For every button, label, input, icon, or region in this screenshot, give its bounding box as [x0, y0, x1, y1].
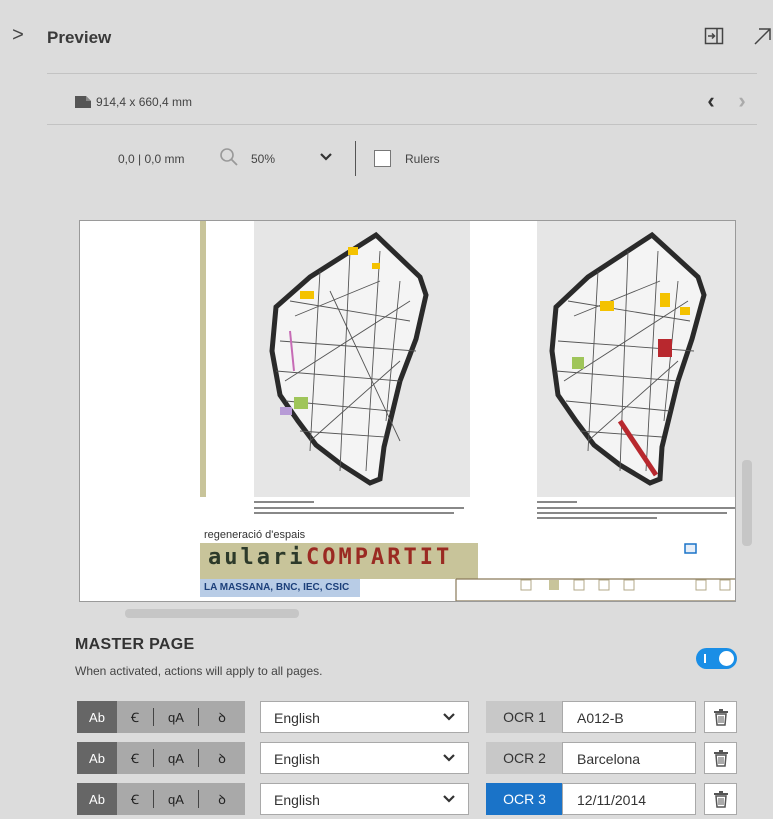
ocr-region-button-2[interactable]: OCR 2 — [486, 742, 563, 774]
ocr-value-field-2[interactable]: Barcelona — [562, 742, 696, 774]
cursor-coordinates: 0,0 | 0,0 mm — [118, 152, 185, 166]
ocr-value: 12/11/2014 — [577, 792, 647, 808]
trash-icon[interactable] — [704, 783, 737, 815]
ocr-value-field-3[interactable]: 12/11/2014 — [562, 783, 696, 815]
next-page-button[interactable]: › — [733, 88, 751, 113]
text-format-group-3: Ab Ꞓ qA ꝺ — [77, 783, 245, 815]
horizontal-scrollbar[interactable] — [125, 609, 299, 618]
format-flip-vertical-icon[interactable]: Ꞓ — [117, 742, 153, 774]
preview-credits: LA MASSANA, BNC, IEC, CSIC — [204, 582, 350, 593]
format-rotate-icon[interactable]: ꝺ — [199, 742, 245, 774]
master-page-title: MASTER PAGE — [75, 636, 195, 653]
ocr-value: Barcelona — [577, 751, 641, 767]
preview-headline-left: aulari — [208, 545, 306, 570]
panel-title: Preview — [47, 28, 112, 47]
format-normal-button[interactable]: Ab — [77, 701, 117, 733]
document-icon — [75, 96, 91, 108]
page-size: 914,4 x 660,4 mm — [96, 95, 193, 109]
zoom-level[interactable]: 50% — [251, 152, 275, 166]
popout-arrow-icon[interactable] — [752, 26, 773, 47]
vertical-scrollbar[interactable] — [742, 460, 752, 546]
format-rotate-icon[interactable]: ꝺ — [199, 783, 245, 815]
preview-subtitle: regeneració d'espais — [204, 529, 306, 541]
format-mirror-icon[interactable]: qA — [154, 783, 198, 815]
text-format-group-1: Ab Ꞓ qA ꝺ — [77, 701, 245, 733]
format-mirror-icon[interactable]: qA — [154, 701, 198, 733]
previous-page-button[interactable]: ‹ — [702, 88, 720, 113]
header-divider — [47, 73, 757, 74]
size-row-divider — [47, 124, 757, 125]
format-mirror-icon[interactable]: qA — [154, 742, 198, 774]
format-rotate-icon[interactable]: ꝺ — [199, 701, 245, 733]
format-normal-button[interactable]: Ab — [77, 742, 117, 774]
language-select-1[interactable]: English — [260, 701, 469, 733]
ocr-value-field-1[interactable]: A012-B — [562, 701, 696, 733]
toolbar-separator — [355, 141, 356, 176]
expand-panel-chevron-icon[interactable]: > — [8, 24, 28, 46]
text-format-group-2: Ab Ꞓ qA ꝺ — [77, 742, 245, 774]
format-normal-button[interactable]: Ab — [77, 783, 117, 815]
ocr-region-button-1[interactable]: OCR 1 — [486, 701, 563, 733]
magnifier-icon[interactable] — [219, 147, 239, 167]
page-preview[interactable]: regeneració d'espais aulari COMPARTIT LA… — [79, 220, 736, 602]
master-page-toggle[interactable] — [696, 648, 737, 669]
trash-icon[interactable] — [704, 742, 737, 774]
ocr-region-button-3[interactable]: OCR 3 — [486, 783, 563, 815]
format-flip-vertical-icon[interactable]: Ꞓ — [117, 783, 153, 815]
olive-band — [200, 221, 206, 497]
language-value: English — [274, 710, 320, 726]
language-select-2[interactable]: English — [260, 742, 469, 774]
language-select-3[interactable]: English — [260, 783, 469, 815]
rulers-checkbox[interactable] — [374, 150, 391, 167]
zoom-dropdown-chevron-icon[interactable] — [318, 150, 334, 164]
ocr-value: A012-B — [577, 710, 624, 726]
selection-marker — [684, 543, 697, 554]
chevron-down-icon — [443, 754, 455, 762]
chevron-down-icon — [443, 795, 455, 803]
caption-lines — [254, 501, 735, 519]
master-page-description: When activated, actions will apply to al… — [75, 664, 323, 678]
language-value: English — [274, 751, 320, 767]
trash-icon[interactable] — [704, 701, 737, 733]
dock-icon[interactable] — [704, 26, 724, 46]
language-value: English — [274, 792, 320, 808]
preview-headline-right: COMPARTIT — [306, 545, 453, 570]
format-flip-vertical-icon[interactable]: Ꞓ — [117, 701, 153, 733]
rulers-label: Rulers — [405, 152, 440, 166]
chevron-down-icon — [443, 713, 455, 721]
